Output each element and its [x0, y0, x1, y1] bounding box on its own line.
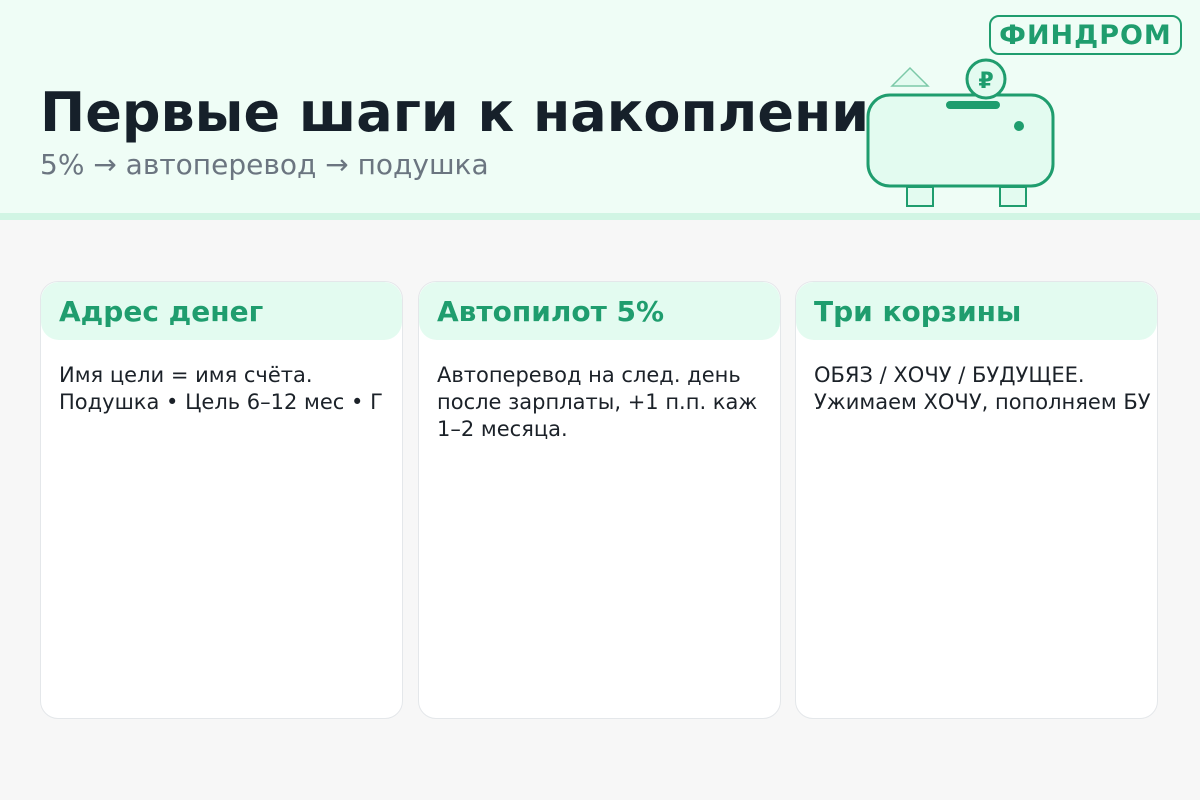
piggy-leg-left	[906, 186, 934, 207]
card-line: после зарплаты, +1 п.п. каж	[437, 390, 758, 414]
piggy-eye	[1014, 121, 1024, 131]
page-title: Первые шаги к накоплениям	[40, 81, 948, 144]
page-subtitle: 5% → автоперевод → подушка	[40, 148, 489, 181]
piggy-bank-icon: ₽	[866, 58, 1055, 207]
card-title: Автопилот 5%	[437, 295, 665, 328]
card-address: Адрес денег Имя цели = имя счёта. Подушк…	[40, 281, 403, 719]
card-line: Ужимаем ХОЧУ, пополняем БУ	[814, 390, 1151, 414]
card-line: Имя цели = имя счёта.	[59, 363, 313, 387]
card-autopilot: Автопилот 5% Автоперевод на след. день п…	[418, 281, 781, 719]
card-line: 1–2 месяца.	[437, 417, 568, 441]
ruble-sign: ₽	[978, 69, 993, 94]
card-line: Подушка • Цель 6–12 мес • Г	[59, 390, 383, 414]
piggy-leg-right	[999, 186, 1027, 207]
coin-slot	[946, 101, 1000, 109]
card-body: ОБЯЗ / ХОЧУ / БУДУЩЕЕ. Ужимаем ХОЧУ, поп…	[814, 362, 1151, 416]
card-title: Три корзины	[814, 295, 1022, 328]
header-divider	[0, 213, 1200, 220]
card-title: Адрес денег	[59, 295, 264, 328]
card-line: Автоперевод на след. день	[437, 363, 741, 387]
card-line: ОБЯЗ / ХОЧУ / БУДУЩЕЕ.	[814, 363, 1085, 387]
card-body: Имя цели = имя счёта. Подушка • Цель 6–1…	[59, 362, 383, 416]
card-three-baskets: Три корзины ОБЯЗ / ХОЧУ / БУДУЩЕЕ. Ужима…	[795, 281, 1158, 719]
brand-logo: ФИНДРОМ	[989, 15, 1182, 55]
triangle-decoration	[890, 66, 930, 87]
card-body: Автоперевод на след. день после зарплаты…	[437, 362, 757, 443]
